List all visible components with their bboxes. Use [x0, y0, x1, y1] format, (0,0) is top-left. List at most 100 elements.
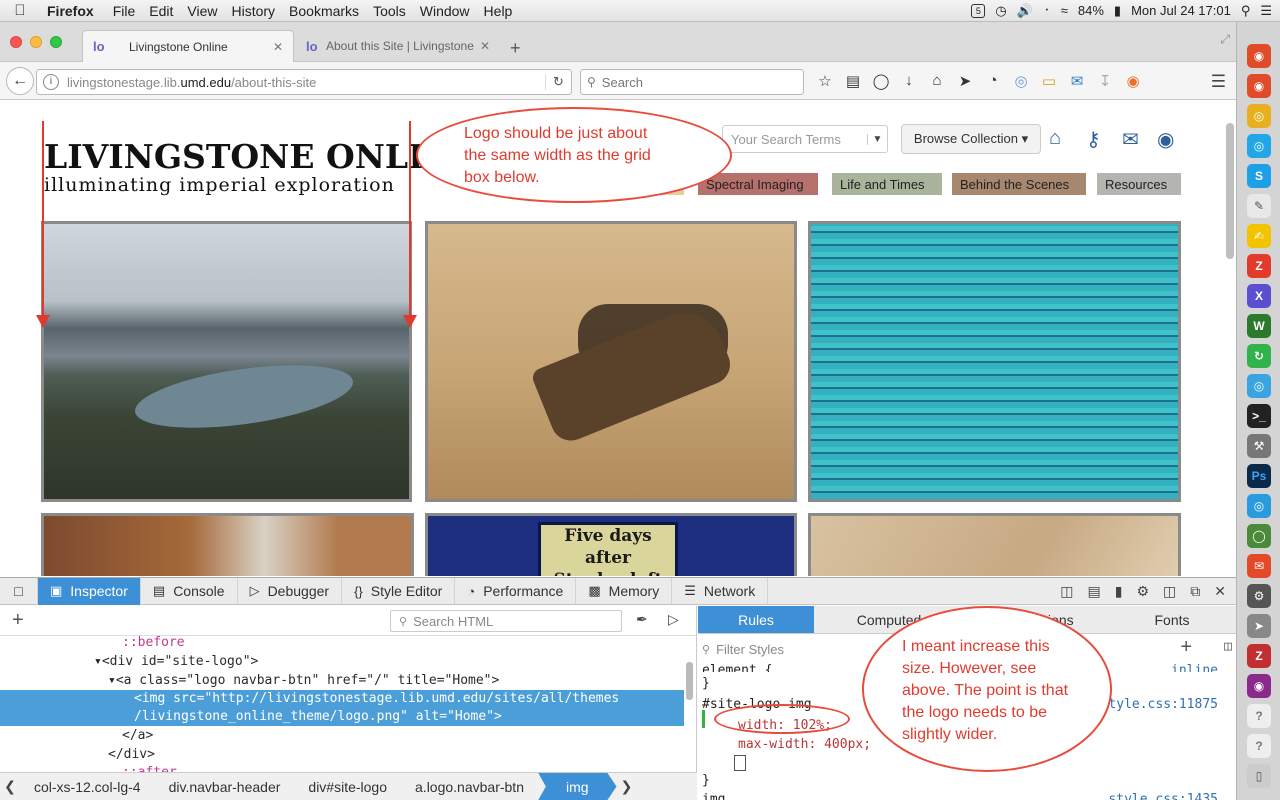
extension-download-icon[interactable]: ↧: [1096, 72, 1114, 90]
search-dropdown-caret-icon[interactable]: ▼: [867, 133, 887, 145]
tab-fonts[interactable]: Fonts: [1114, 606, 1230, 633]
battery-percent[interactable]: 84%: [1078, 3, 1104, 18]
toggle-sidebar-icon[interactable]: ▷: [668, 611, 679, 628]
tab-style-editor[interactable]: {} Style Editor: [342, 577, 456, 605]
dock-gear-icon[interactable]: ⚙: [1247, 584, 1271, 608]
expand-arrow-icon[interactable]: ▾: [94, 654, 102, 669]
dock-tools-icon[interactable]: ⚒: [1247, 434, 1271, 458]
menu-file[interactable]: File: [106, 3, 143, 19]
element-picker-icon[interactable]: □: [0, 577, 38, 605]
fullscreen-icon[interactable]: ⤢: [1220, 32, 1230, 47]
breadcrumb-item[interactable]: div#site-logo: [294, 779, 401, 795]
rule-decl-max-width[interactable]: max-width: 400px;: [738, 737, 871, 752]
nav-spectral-imaging[interactable]: Spectral Imaging: [698, 173, 818, 195]
breadcrumb-item-active[interactable]: img: [537, 772, 617, 800]
grid-tile-archive-room[interactable]: [41, 513, 414, 576]
undock-icon[interactable]: ⧉: [1190, 583, 1200, 600]
close-tab-icon[interactable]: ✕: [273, 40, 283, 54]
tab-inspector[interactable]: ▣ Inspector: [38, 577, 141, 605]
dock-pencil-icon[interactable]: ✍: [1247, 224, 1271, 248]
scratchpad-icon[interactable]: ▤: [1088, 583, 1101, 600]
dock-github-icon[interactable]: ◉: [1247, 674, 1271, 698]
new-property-cursor[interactable]: [734, 755, 746, 771]
tab-about-this-site[interactable]: lo About this Site | Livingstone ✕: [296, 30, 500, 62]
markup-line-site-logo[interactable]: ▾<div id="site-logo">: [94, 653, 778, 671]
home-icon[interactable]: ⌂: [1049, 127, 1061, 150]
home-icon[interactable]: ⌂: [928, 72, 946, 90]
close-window-button[interactable]: [10, 36, 22, 48]
send-icon[interactable]: ➤: [956, 72, 974, 90]
tab-debugger[interactable]: ▷ Debugger: [238, 577, 343, 605]
status-5-icon[interactable]: 5: [971, 3, 986, 18]
nav-resources[interactable]: Resources: [1097, 173, 1181, 195]
expand-arrow-icon[interactable]: ▾: [108, 673, 116, 688]
tab-livingstone-online[interactable]: lo Livingstone Online ✕: [82, 30, 294, 62]
time-machine-icon[interactable]: ◷: [995, 3, 1006, 19]
dock-notes-icon[interactable]: ✎: [1247, 194, 1271, 218]
spotlight-icon[interactable]: ⚲: [1241, 3, 1251, 19]
envelope-icon[interactable]: ✉: [1122, 127, 1139, 152]
dock-rocket-icon[interactable]: ➤: [1247, 614, 1271, 638]
menu-view[interactable]: View: [180, 3, 224, 19]
tab-rules[interactable]: Rules: [698, 606, 814, 633]
dock-x-icon[interactable]: X: [1247, 284, 1271, 308]
markup-line-img-selected[interactable]: <img src="http://livingstonestage.lib.um…: [0, 690, 684, 708]
menu-app-name[interactable]: Firefox: [40, 3, 106, 19]
extension-tag-icon[interactable]: ▭: [1040, 72, 1058, 90]
tab-performance[interactable]: ◔ Performance: [455, 577, 577, 605]
menu-history[interactable]: History: [224, 3, 282, 19]
battery-icon[interactable]: ▮: [1114, 3, 1121, 19]
clock[interactable]: Mon Jul 24 17:01: [1131, 3, 1231, 18]
markup-line-close-div[interactable]: </div>: [108, 746, 792, 764]
open-menu-icon[interactable]: ☰: [1211, 72, 1226, 92]
extension-orange-icon[interactable]: ◉: [1124, 72, 1142, 90]
nav-life-and-times[interactable]: Life and Times: [832, 173, 942, 195]
url-bar[interactable]: i livingstonestage.lib. umd.edu/about-thi…: [36, 69, 572, 95]
tab-memory[interactable]: ▩ Memory: [576, 577, 673, 605]
responsive-design-icon[interactable]: ◫: [1060, 583, 1073, 600]
dock-sync-icon[interactable]: ↻: [1247, 344, 1271, 368]
add-node-icon[interactable]: +: [12, 609, 24, 632]
breadcrumb-item[interactable]: col-xs-12.col-lg-4: [20, 779, 155, 795]
page-scrollbar[interactable]: [1226, 123, 1234, 259]
settings-gear-icon[interactable]: ⚙: [1136, 583, 1149, 600]
browser-search-box[interactable]: ⚲ Search: [580, 69, 804, 95]
downloads-icon[interactable]: ↓: [900, 72, 918, 90]
breadcrumb-item[interactable]: div.navbar-header: [155, 779, 295, 795]
browse-collection-button[interactable]: Browse Collection ▾: [901, 124, 1041, 154]
grid-tile-engraving[interactable]: [425, 221, 797, 502]
dock-terminal-icon[interactable]: >_: [1247, 404, 1271, 428]
minimize-window-button[interactable]: [30, 36, 42, 48]
volume-icon[interactable]: 🔊: [1017, 3, 1033, 19]
site-logo-title[interactable]: LIVINGSTONE ONLINE: [44, 137, 479, 176]
new-tab-button[interactable]: +: [510, 38, 521, 59]
menu-bookmarks[interactable]: Bookmarks: [282, 3, 366, 19]
dock-chat-icon[interactable]: ✉: [1247, 554, 1271, 578]
rule-selector-img[interactable]: img: [702, 792, 725, 800]
grid-tile-parchment[interactable]: [808, 513, 1181, 576]
dock-help-icon[interactable]: ?: [1247, 734, 1271, 758]
extension-globe-icon[interactable]: ◎: [1012, 72, 1030, 90]
back-button[interactable]: ←: [6, 66, 34, 95]
grid-tile-landscape[interactable]: [41, 221, 412, 502]
dock-skype-icon[interactable]: S: [1247, 164, 1271, 188]
breadcrumb-left-arrow-icon[interactable]: ❮: [0, 778, 20, 795]
dock-filezilla-icon[interactable]: Z: [1247, 254, 1271, 278]
apple-icon[interactable]: : [0, 2, 40, 19]
dock-firefox-dev-icon[interactable]: ◉: [1247, 74, 1271, 98]
dock-w-icon[interactable]: W: [1247, 314, 1271, 338]
pocket-icon[interactable]: ◯: [872, 72, 890, 90]
dock-trash-icon[interactable]: ▯: [1247, 764, 1271, 788]
tab-network[interactable]: ☰ Network: [672, 577, 769, 605]
close-devtools-icon[interactable]: ✕: [1214, 583, 1226, 600]
menu-tools[interactable]: Tools: [366, 3, 413, 19]
dock-gimp-icon[interactable]: ◯: [1247, 524, 1271, 548]
dock-app-icon[interactable]: ◎: [1247, 494, 1271, 518]
reload-icon[interactable]: ↻: [545, 74, 571, 90]
notification-center-icon[interactable]: ☰: [1260, 3, 1272, 19]
bluetooth-icon[interactable]: ᛫: [1043, 3, 1051, 18]
bookmark-star-icon[interactable]: ☆: [816, 72, 834, 90]
markup-scrollbar[interactable]: [686, 662, 693, 700]
extension-clock-icon[interactable]: ◔: [984, 72, 1002, 90]
breadcrumb-right-arrow-icon[interactable]: ❯: [617, 778, 637, 795]
